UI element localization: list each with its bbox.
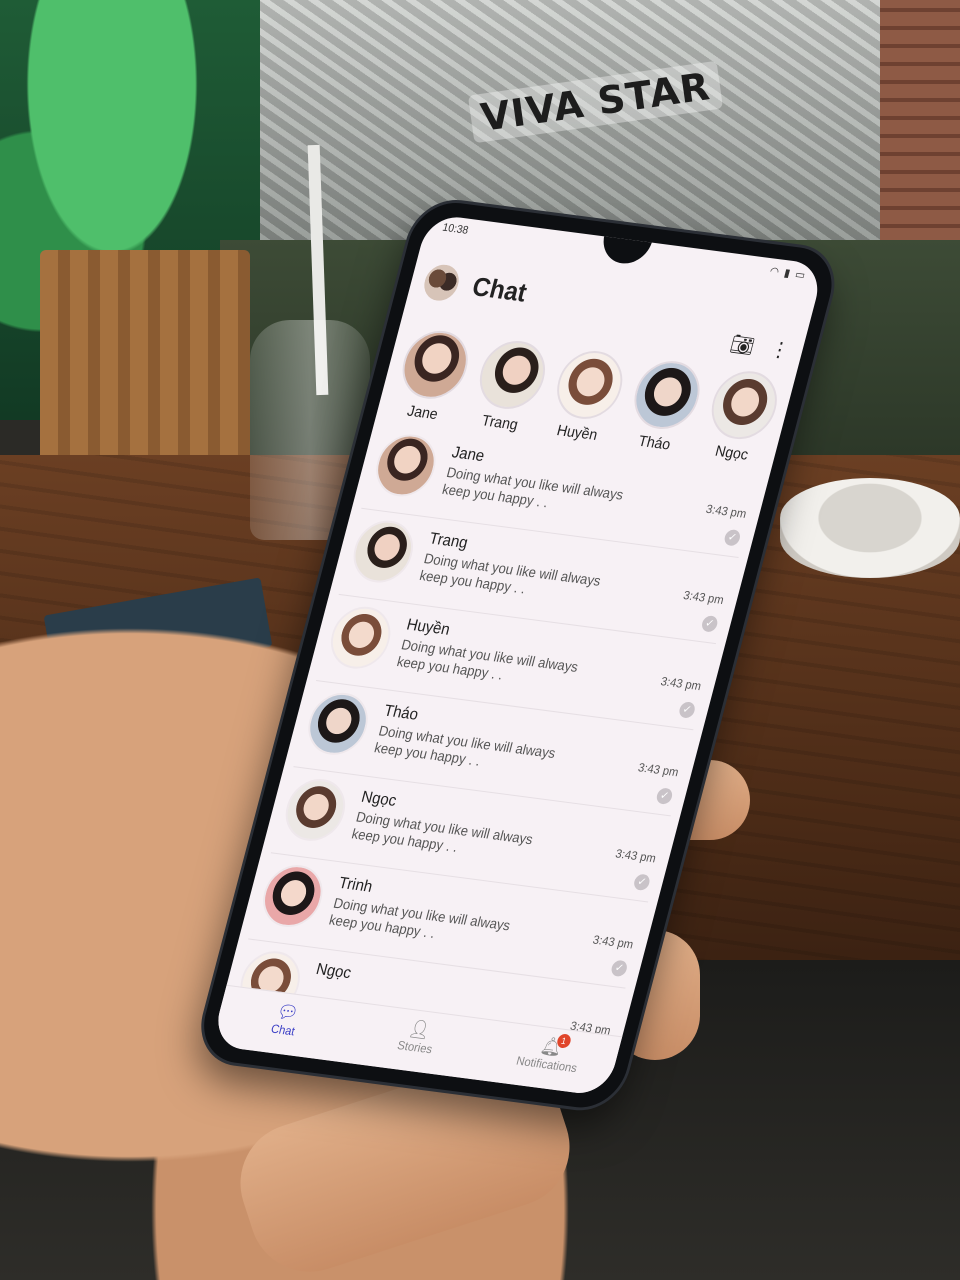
chat-time: 3:43 pm — [613, 846, 658, 866]
story-item[interactable]: Tháo — [621, 357, 708, 455]
read-check-icon: ✓ — [609, 959, 629, 978]
brick-wall — [880, 0, 960, 260]
story-avatar — [395, 327, 476, 403]
chat-avatar — [346, 517, 420, 586]
more-vertical-icon[interactable]: ⋮ — [767, 336, 792, 363]
story-avatar — [704, 367, 785, 443]
story-item[interactable]: Ngọc — [698, 367, 785, 465]
signal-icon: ▮ — [782, 266, 792, 280]
tab-label: Chat — [269, 1021, 297, 1039]
wifi-icon: ◠ — [768, 264, 781, 278]
phone-body: 10:38 ◠ ▮ ▭ Chat 📷︎ ⋮ Jane Trang Huyền T… — [194, 198, 842, 1113]
read-check-icon: ✓ — [722, 528, 742, 547]
read-check-icon: ✓ — [655, 787, 674, 805]
status-time: 10:38 — [441, 221, 470, 237]
chat-avatar — [301, 689, 375, 759]
story-item[interactable]: Huyền — [544, 347, 630, 445]
chat-avatar — [278, 775, 352, 845]
battery-icon: ▭ — [793, 268, 807, 282]
chat-list: Jane Doing what you like will always kee… — [218, 421, 770, 1070]
story-name: Tháo — [636, 432, 673, 454]
tab-label: Stories — [395, 1038, 434, 1057]
profile-avatar[interactable] — [420, 262, 463, 303]
story-avatar — [549, 347, 630, 423]
story-name: Trang — [479, 412, 520, 434]
story-name: Ngọc — [713, 442, 751, 464]
chat-time: 3:43 pm — [704, 501, 748, 521]
story-name: Jane — [405, 402, 440, 424]
chat-time: 3:43 pm — [591, 932, 635, 952]
status-icons: ◠ ▮ ▭ — [768, 264, 806, 281]
header-actions: 📷︎ ⋮ — [727, 286, 804, 364]
story-name: Huyền — [554, 421, 600, 445]
chat-time: 3:43 pm — [681, 587, 726, 607]
story-avatar — [626, 357, 708, 433]
phone-screen: 10:38 ◠ ▮ ▭ Chat 📷︎ ⋮ Jane Trang Huyền T… — [210, 213, 825, 1097]
story-item[interactable]: Jane — [389, 327, 476, 425]
chat-avatar — [369, 431, 443, 500]
story-item[interactable]: Trang — [466, 337, 553, 435]
read-check-icon: ✓ — [632, 873, 652, 892]
story-avatar — [472, 337, 553, 413]
chat-time: 3:43 pm — [636, 760, 681, 780]
phone: 10:38 ◠ ▮ ▭ Chat 📷︎ ⋮ Jane Trang Huyền T… — [194, 190, 842, 1130]
read-check-icon: ✓ — [677, 701, 697, 719]
page-title: Chat — [469, 270, 531, 308]
read-check-icon: ✓ — [700, 614, 720, 633]
chat-avatar — [324, 603, 398, 673]
chat-avatar — [256, 861, 330, 931]
chat-time: 3:43 pm — [659, 674, 703, 694]
camera-icon[interactable]: 📷︎ — [727, 331, 757, 359]
